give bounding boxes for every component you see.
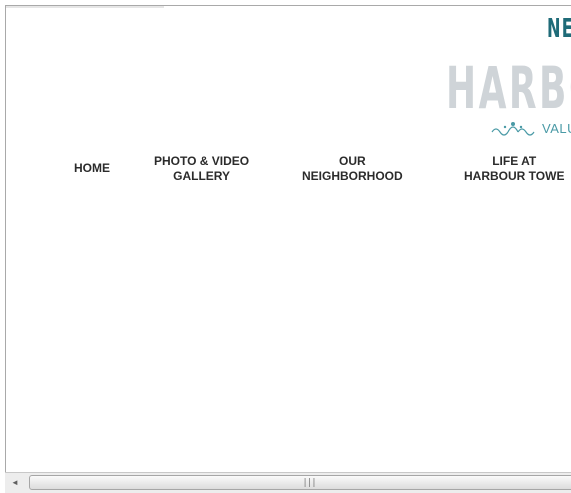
nav-gallery-label-line2: GALLERY [173,169,231,183]
nav-home-label: HOME [74,161,110,175]
nav-neighborhood-label-line1: OUR [339,154,366,168]
horizontal-scrollbar[interactable]: ◄ ||| [5,472,571,493]
scroll-left-icon[interactable]: ◄ [7,475,23,490]
nav-life-label-line1: LIFE AT [492,154,537,168]
nav-gallery-label-line1: PHOTO & VIDEO [154,154,250,168]
scrollbar-grip-icon: ||| [302,477,316,488]
browser-viewport: NE HARBO VALU HOME PHOTO & VIDEO GALLERY… [5,5,571,493]
nav-photo-video-gallery[interactable]: PHOTO & VIDEO GALLERY [154,154,249,184]
nav-home[interactable]: HOME [74,161,110,176]
nav-life-label-line2: HARBOUR TOWE [464,169,565,183]
frame-top-edge [6,6,164,8]
nav-life-at-harbour-towers[interactable]: LIFE AT HARBOUR TOWE [464,154,564,184]
tagline-text: VALU [542,120,571,136]
scrollbar-thumb[interactable]: ||| [29,475,571,490]
nav-our-neighborhood[interactable]: OUR NEIGHBORHOOD [302,154,403,184]
logo-top-text: NE [547,14,571,44]
scroll-ornament-icon [491,122,535,136]
nav-neighborhood-label-line2: NEIGHBORHOOD [302,169,403,183]
logo-tagline: VALU [490,120,571,136]
logo-main-text: HARBO [446,54,571,122]
